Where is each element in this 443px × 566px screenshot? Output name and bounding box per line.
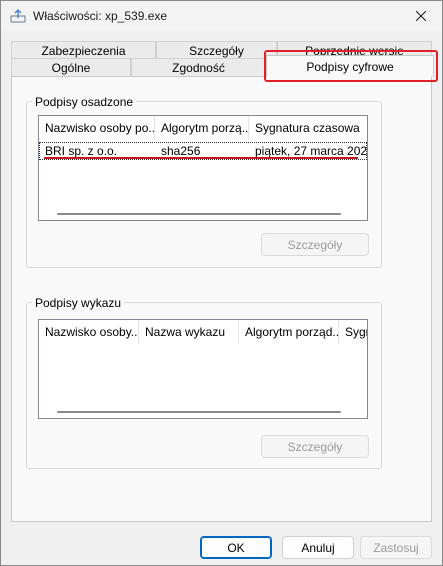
column-signer-name[interactable]: Nazwisko osoby...: [39, 320, 139, 344]
horizontal-scrollbar[interactable]: [39, 208, 367, 220]
app-icon: [10, 9, 26, 23]
close-button[interactable]: [408, 5, 434, 27]
scrollbar-thumb[interactable]: [57, 411, 341, 413]
window-title: Właściwości: xp_539.exe: [33, 9, 168, 23]
catalog-signatures-label: Podpisy wykazu: [32, 296, 125, 310]
catalog-details-button[interactable]: Szczegóły: [261, 435, 369, 458]
tab-compatibility[interactable]: Zgodność: [131, 58, 266, 77]
tab-page: Podpisy osadzone Nazwisko osoby po... Al…: [11, 76, 432, 522]
embedded-signatures-label: Podpisy osadzone: [32, 95, 137, 109]
tab-label: Ogólne: [51, 61, 91, 75]
horizontal-scrollbar[interactable]: [39, 406, 367, 418]
tab-label: Zabezpieczenia: [41, 44, 126, 58]
column-digest-algorithm[interactable]: Algorytm porzą...: [155, 116, 249, 140]
column-catalog-name[interactable]: Nazwa wykazu: [139, 320, 239, 344]
list-header: Nazwisko osoby... Nazwa wykazu Algorytm …: [39, 320, 367, 344]
title-bar: Właściwości: xp_539.exe: [1, 1, 442, 31]
ok-button[interactable]: OK: [200, 536, 272, 559]
tab-label: Zgodność: [172, 61, 225, 75]
embedded-details-button[interactable]: Szczegóły: [261, 233, 369, 256]
cancel-button[interactable]: Anuluj: [282, 536, 354, 559]
apply-button[interactable]: Zastosuj: [360, 536, 432, 559]
tab-highlight-box: [264, 50, 438, 82]
list-header: Nazwisko osoby po... Algorytm porzą... S…: [39, 116, 367, 140]
scrollbar-thumb[interactable]: [57, 213, 341, 215]
red-underline-annotation: [44, 157, 358, 159]
column-signature[interactable]: Sygn: [339, 320, 367, 344]
column-digest-algorithm[interactable]: Algorytm porząd...: [239, 320, 339, 344]
tab-general[interactable]: Ogólne: [11, 58, 131, 77]
embedded-signatures-list[interactable]: Nazwisko osoby po... Algorytm porzą... S…: [38, 115, 368, 221]
tab-label: Szczegóły: [189, 44, 244, 58]
column-signer-name[interactable]: Nazwisko osoby po...: [39, 116, 155, 140]
properties-dialog: Właściwości: xp_539.exe Zabezpieczenia S…: [0, 0, 443, 566]
catalog-signatures-list[interactable]: Nazwisko osoby... Nazwa wykazu Algorytm …: [38, 319, 368, 419]
close-icon: [416, 11, 426, 21]
column-timestamp[interactable]: Sygnatura czasowa: [249, 116, 367, 140]
